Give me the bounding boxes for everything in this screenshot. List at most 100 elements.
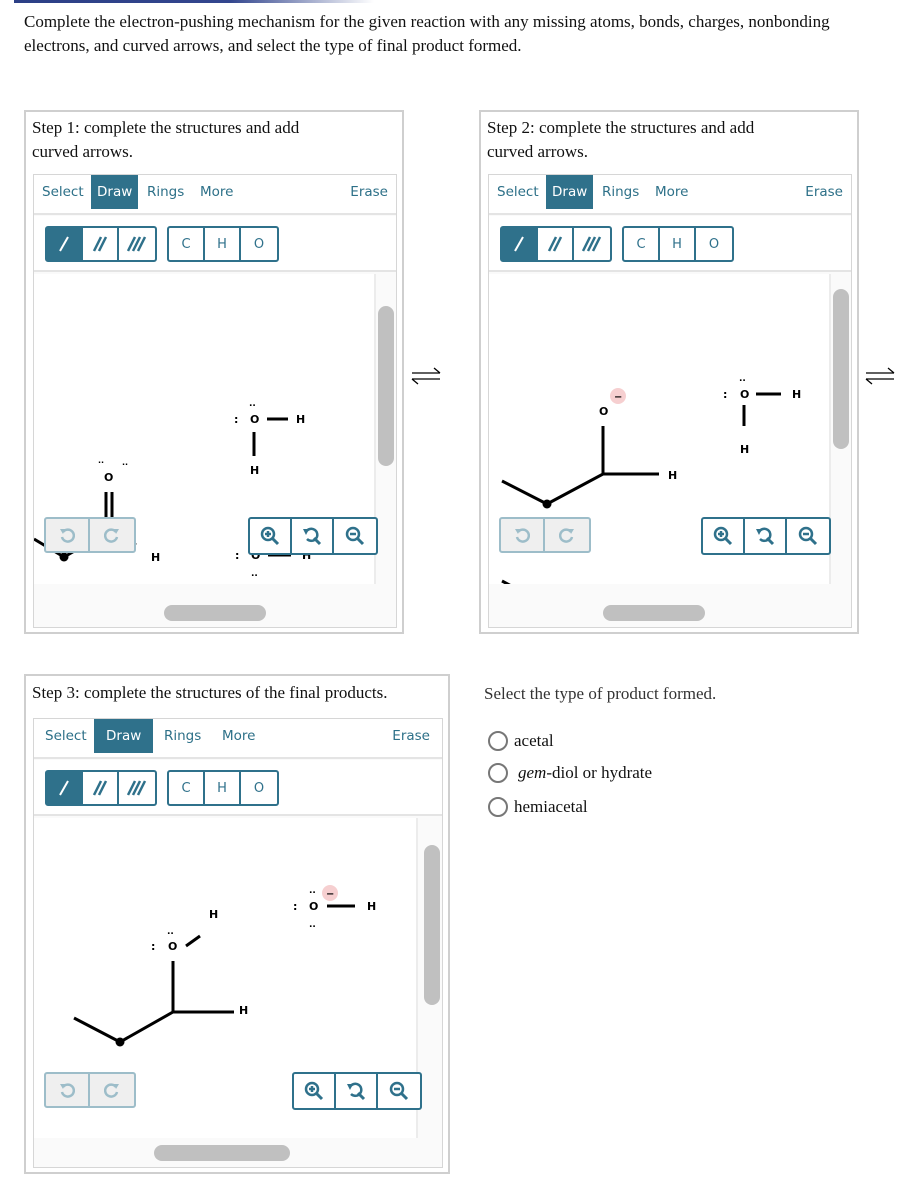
oxygen-label: O (599, 405, 608, 418)
question-prompt: Complete the electron-pushing mechanism … (24, 12, 830, 55)
lone-pair: .. (98, 456, 104, 465)
single-bond-button[interactable] (47, 228, 83, 260)
redo-button[interactable] (545, 519, 589, 551)
zoom-reset-button[interactable] (292, 519, 334, 553)
undo-icon (60, 528, 75, 543)
drawing-canvas[interactable]: : .. O H H : .. .. O − H (34, 818, 422, 1138)
zoom-in-button[interactable] (250, 519, 292, 553)
editor-tabs: Select Draw Rings More Erase (489, 175, 851, 215)
zoom-reset-icon (756, 527, 775, 546)
atom-h-button[interactable]: H (660, 228, 696, 260)
single-bond-button[interactable] (47, 772, 83, 804)
undo-button[interactable] (501, 519, 545, 551)
zoom-in-icon (713, 526, 733, 546)
tab-draw[interactable]: Draw (546, 175, 594, 209)
tab-rings[interactable]: Rings (596, 175, 645, 209)
double-bond-icon (92, 236, 108, 252)
tab-draw[interactable]: Draw (91, 175, 139, 209)
draw-toolbar: C H O (34, 216, 396, 272)
zoom-reset-button[interactable] (336, 1074, 378, 1108)
undo-redo-group (44, 1072, 136, 1108)
tab-rings[interactable]: Rings (141, 175, 190, 209)
atom-o-button[interactable]: O (696, 228, 732, 260)
hydrogen-label: H (296, 413, 305, 426)
zoom-controls (701, 517, 831, 555)
tab-more[interactable]: More (649, 175, 694, 209)
draw-toolbar: C H O (34, 760, 442, 816)
triple-bond-button[interactable] (119, 228, 155, 260)
oxygen-label: O (250, 413, 259, 426)
undo-button[interactable] (46, 1074, 90, 1106)
atom-h-button[interactable]: H (205, 772, 241, 804)
option-label: gem-diol or hydrate (518, 763, 652, 783)
atom-o-button[interactable]: O (241, 228, 277, 260)
single-bond-button[interactable] (502, 228, 538, 260)
step-2-editor: Select Draw Rings More Erase C H O O − H… (488, 174, 852, 628)
option-acetal[interactable]: acetal (488, 731, 554, 751)
zoom-out-button[interactable] (378, 1074, 420, 1108)
lone-pair: : (293, 900, 297, 913)
water-molecule: : .. O H H (723, 374, 801, 456)
atom-c-button[interactable]: C (169, 228, 205, 260)
radio-gem-diol[interactable] (488, 763, 508, 783)
zoom-in-button[interactable] (703, 519, 745, 553)
drawing-canvas[interactable]: O − H : .. O H H (489, 274, 831, 607)
step-2-panel: Step 2: complete the structures and add … (479, 110, 859, 634)
tab-erase[interactable]: Erase (386, 719, 436, 753)
lone-pair: : (234, 413, 238, 426)
hydrogen-label: H (668, 469, 677, 482)
tab-select[interactable]: Select (491, 175, 545, 209)
atom-h-button[interactable]: H (205, 228, 241, 260)
lone-pair: .. (251, 569, 258, 579)
radio-hemiacetal[interactable] (488, 797, 508, 817)
horizontal-scrollbar[interactable] (154, 1145, 290, 1161)
double-bond-button[interactable] (538, 228, 574, 260)
zoom-out-icon (798, 526, 818, 546)
hydrogen-label: H (792, 388, 801, 401)
tab-draw[interactable]: Draw (94, 719, 154, 753)
option-gem-diol[interactable]: gem-diol or hydrate (488, 763, 652, 783)
atom-c-button[interactable]: C (169, 772, 205, 804)
vertical-scrollbar[interactable] (833, 289, 849, 449)
double-bond-button[interactable] (83, 772, 119, 804)
zoom-out-button[interactable] (787, 519, 829, 553)
drawing-canvas[interactable]: O .. .. H : .. O H H : .. O H (33, 274, 378, 584)
hydroxide-ion: : .. .. O − H (293, 885, 376, 930)
zoom-out-button[interactable] (334, 519, 376, 553)
radio-acetal[interactable] (488, 731, 508, 751)
option-label: acetal (514, 731, 554, 750)
undo-redo-group (499, 517, 591, 553)
tab-select[interactable]: Select (36, 175, 90, 209)
undo-icon (60, 1083, 75, 1098)
lone-pair: .. (739, 374, 746, 384)
vertical-scrollbar[interactable] (424, 845, 440, 1005)
carbon-atom-dot (115, 1037, 125, 1047)
tab-rings[interactable]: Rings (158, 719, 207, 753)
double-bond-button[interactable] (83, 228, 119, 260)
atom-c-button[interactable]: C (624, 228, 660, 260)
zoom-in-button[interactable] (294, 1074, 336, 1108)
tab-select[interactable]: Select (39, 719, 93, 753)
triple-bond-button[interactable] (119, 772, 155, 804)
atom-o-button[interactable]: O (241, 772, 277, 804)
bond-buttons (45, 226, 157, 262)
hydrogen-label: H (151, 551, 160, 564)
horizontal-scrollbar[interactable] (603, 605, 705, 621)
triple-bond-button[interactable] (574, 228, 610, 260)
tab-more[interactable]: More (194, 175, 239, 209)
undo-button[interactable] (46, 519, 90, 551)
undo-redo-group (44, 517, 136, 553)
tab-erase[interactable]: Erase (799, 175, 849, 209)
redo-button[interactable] (90, 519, 134, 551)
alkoxide-intermediate: O − H (501, 388, 677, 607)
zoom-in-icon (260, 526, 280, 546)
horizontal-scrollbar[interactable] (164, 605, 266, 621)
redo-button[interactable] (90, 1074, 134, 1106)
redo-icon (104, 528, 119, 543)
option-hemiacetal[interactable]: hemiacetal (488, 797, 588, 817)
vertical-scrollbar[interactable] (378, 306, 394, 466)
double-bond-icon (547, 236, 563, 252)
zoom-reset-button[interactable] (745, 519, 787, 553)
tab-more[interactable]: More (216, 719, 261, 753)
tab-erase[interactable]: Erase (344, 175, 394, 209)
